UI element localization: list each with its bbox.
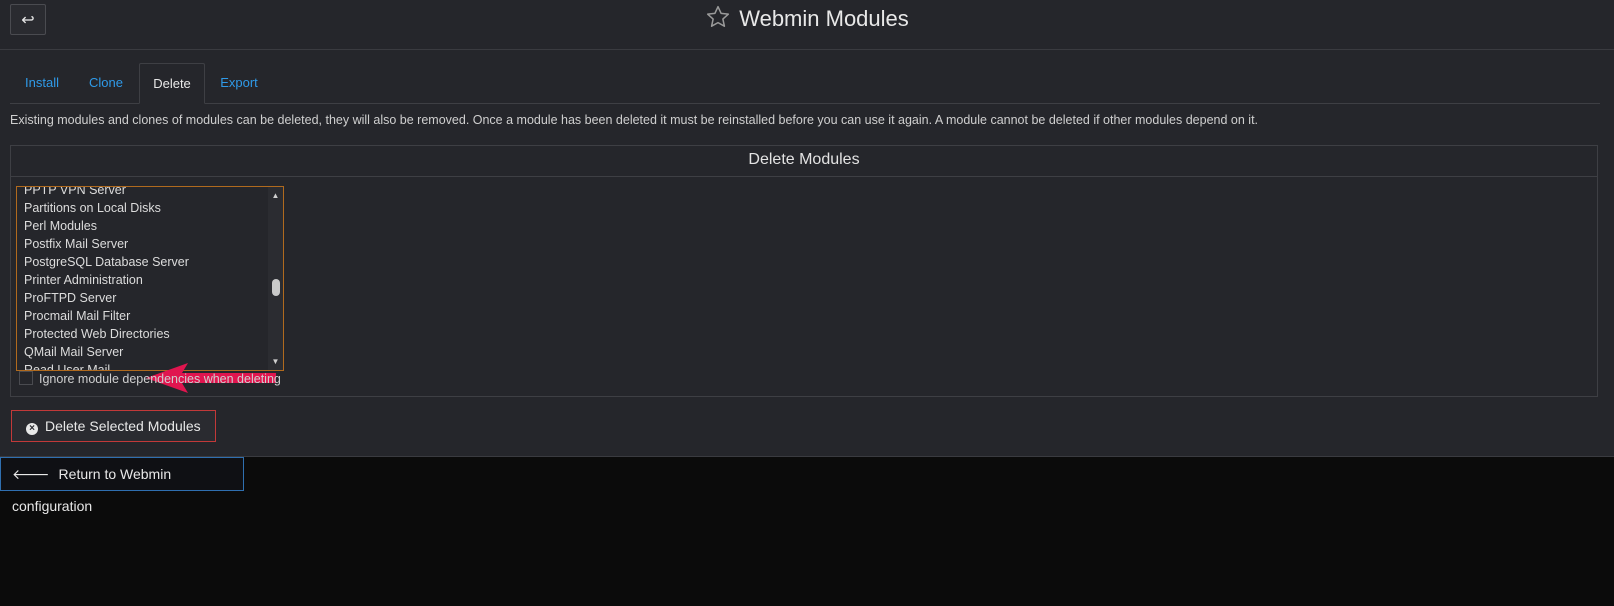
header-bar: ↩ Webmin Modules bbox=[0, 0, 1614, 50]
ignore-deps-label: Ignore module dependencies when deleting bbox=[39, 372, 281, 386]
page-title: Webmin Modules bbox=[739, 6, 909, 31]
delete-modules-heading: Delete Modules bbox=[11, 146, 1597, 177]
arrow-left-icon: 🡐 bbox=[12, 466, 50, 482]
star-icon[interactable] bbox=[705, 4, 731, 30]
ignore-deps-checkbox[interactable] bbox=[19, 371, 33, 385]
scroll-thumb[interactable] bbox=[272, 279, 280, 296]
times-circle-icon: × bbox=[26, 423, 38, 435]
module-option[interactable]: Postfix Mail Server bbox=[24, 235, 266, 253]
module-option[interactable]: PostgreSQL Database Server bbox=[24, 253, 266, 271]
listbox-scrollbar[interactable]: ▲ ▼ bbox=[268, 187, 283, 370]
module-option[interactable]: Perl Modules bbox=[24, 217, 266, 235]
main-panel: ↩ Webmin Modules Install Clone Delete Ex… bbox=[0, 0, 1614, 457]
delete-selected-label: Delete Selected Modules bbox=[45, 418, 201, 434]
tab-clone[interactable]: Clone bbox=[74, 63, 138, 103]
return-button[interactable]: 🡐 Return to Webmin configuration bbox=[0, 457, 244, 514]
tab-install[interactable]: Install bbox=[10, 63, 74, 103]
module-option[interactable]: Protected Web Directories bbox=[24, 325, 266, 343]
module-option[interactable]: Printer Administration bbox=[24, 271, 266, 289]
module-listbox[interactable]: PPTP VPN Server Partitions on Local Disks… bbox=[16, 186, 284, 371]
module-option[interactable]: Partitions on Local Disks bbox=[24, 199, 266, 217]
tab-bar: Install Clone Delete Export bbox=[10, 63, 1600, 104]
tab-delete[interactable]: Delete bbox=[139, 63, 205, 104]
module-option[interactable]: QMail Mail Server bbox=[24, 343, 266, 361]
ignore-deps-row[interactable]: Ignore module dependencies when deleting bbox=[19, 371, 281, 387]
page-title-wrap: Webmin Modules bbox=[0, 4, 1614, 34]
delete-description: Existing modules and clones of modules c… bbox=[10, 113, 1259, 127]
tab-export[interactable]: Export bbox=[206, 63, 272, 103]
delete-modules-box: Delete Modules PPTP VPN Server Partitions… bbox=[10, 145, 1598, 397]
delete-selected-button[interactable]: × Delete Selected Modules bbox=[11, 410, 216, 442]
module-option[interactable]: PPTP VPN Server bbox=[24, 187, 266, 199]
module-list: PPTP VPN Server Partitions on Local Disks… bbox=[24, 187, 266, 370]
module-option[interactable]: Procmail Mail Filter bbox=[24, 307, 266, 325]
module-option[interactable]: ProFTPD Server bbox=[24, 289, 266, 307]
scroll-up-icon[interactable]: ▲ bbox=[268, 189, 283, 202]
